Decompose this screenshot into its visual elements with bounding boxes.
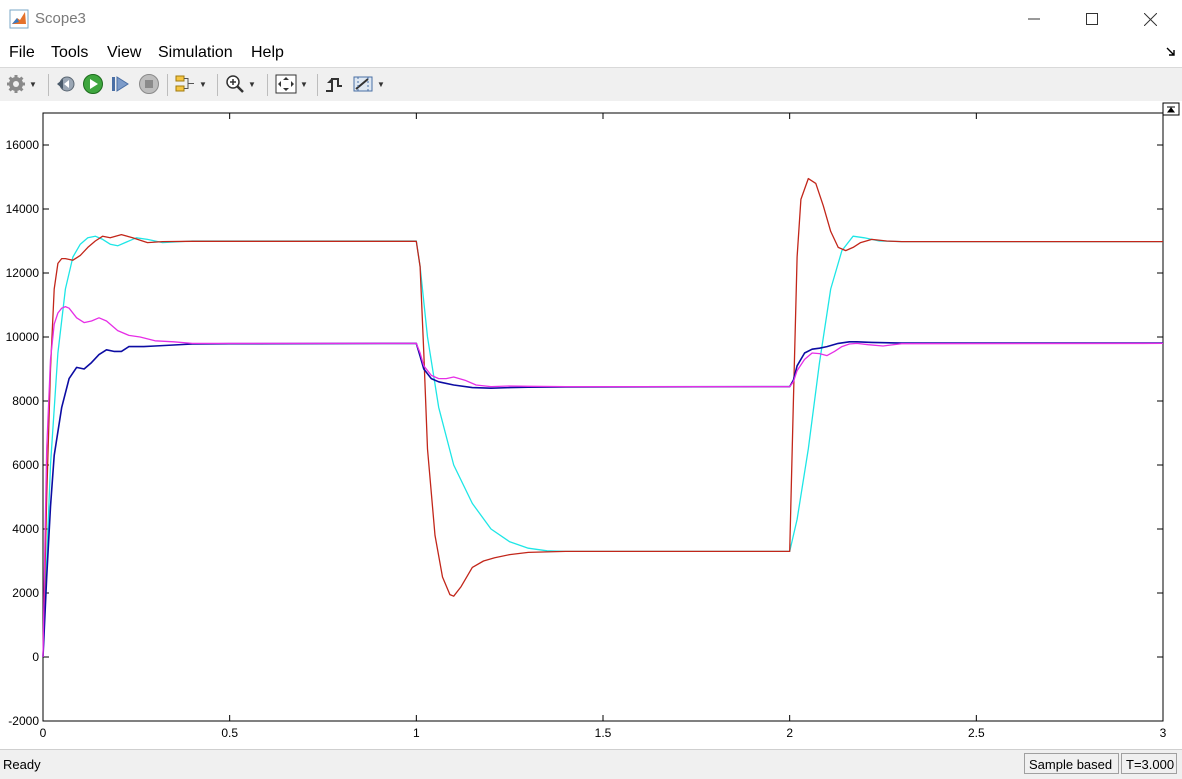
menu-help[interactable]: Help <box>251 44 284 62</box>
fit-to-view-button[interactable]: ▼ <box>275 73 308 95</box>
y-tick-label: 4000 <box>12 522 39 536</box>
time-indicator: T=3.000 <box>1121 753 1177 774</box>
chevron-down-icon: ▼ <box>199 79 207 89</box>
chevron-down-icon: ▼ <box>377 79 385 89</box>
matlab-logo-icon <box>9 9 29 29</box>
window-title: Scope3 <box>35 10 86 27</box>
run-button[interactable] <box>82 73 104 95</box>
step-back-button[interactable] <box>55 73 77 95</box>
signal-selector-icon <box>175 75 194 92</box>
gear-icon <box>7 75 25 93</box>
minimize-icon <box>1028 18 1040 20</box>
chevron-down-icon: ▼ <box>248 79 256 89</box>
axes-box <box>42 112 1164 722</box>
triggers-icon <box>326 78 342 92</box>
menu-bar: File Tools View Simulation Help <box>0 38 1182 66</box>
triggers-button[interactable] <box>324 73 344 95</box>
status-bar: Ready Sample based T=3.000 <box>0 749 1182 779</box>
toolbar-separator <box>217 74 218 96</box>
toolbar-separator <box>167 74 168 96</box>
y-tick-label: 6000 <box>12 458 39 472</box>
undock-arrow-icon[interactable] <box>1166 47 1176 57</box>
status-text: Ready <box>3 757 41 772</box>
stop-icon <box>139 74 159 94</box>
menu-tools[interactable]: Tools <box>51 44 88 62</box>
y-tick-label: 8000 <box>12 394 39 408</box>
y-tick-label: 12000 <box>6 266 40 280</box>
stop-button[interactable] <box>138 73 160 95</box>
menu-view[interactable]: View <box>107 44 141 62</box>
x-tick-label: 1 <box>413 726 420 740</box>
x-tick-label: 1.5 <box>595 726 612 740</box>
cursor-measurements-icon <box>353 76 373 92</box>
maximize-button[interactable] <box>1064 0 1120 38</box>
restore-axes-button[interactable] <box>1162 102 1180 116</box>
chevron-down-icon: ▼ <box>300 79 308 89</box>
y-tick-label: -2000 <box>8 714 39 728</box>
scope-chart[interactable]: 0 0.5 1 1.5 2 2.5 3-20000200040006000800010000… <box>0 101 1182 749</box>
y-tick-label: 14000 <box>6 202 40 216</box>
scope-display[interactable]: 0 0.5 1 1.5 2 2.5 3 -2000 0 2000 4000 6000 8000 10000… <box>0 101 1182 749</box>
step-back-icon <box>57 76 75 92</box>
toolbar-separator <box>267 74 268 96</box>
sample-mode-indicator: Sample based <box>1024 753 1119 774</box>
toolbar: ▼ ▼ ▼ ▼ ▼ <box>0 67 1182 102</box>
configuration-button[interactable]: ▼ <box>6 73 37 95</box>
y-tick-label: 2000 <box>12 586 39 600</box>
chevron-down-icon: ▼ <box>29 79 37 89</box>
x-tick-label: 0 <box>40 726 47 740</box>
cursor-measurements-button[interactable]: ▼ <box>352 73 385 95</box>
toolbar-separator <box>317 74 318 96</box>
signal-selector-button[interactable]: ▼ <box>174 73 207 95</box>
x-tick-label: 2 <box>786 726 793 740</box>
y-tick-label: 0 <box>32 650 39 664</box>
y-tick-label: 16000 <box>6 138 40 152</box>
y-tick-label: 10000 <box>6 330 40 344</box>
toolbar-separator <box>48 74 49 96</box>
step-forward-button[interactable] <box>110 73 130 95</box>
x-tick-label: 3 <box>1160 726 1167 740</box>
zoom-in-icon <box>226 75 244 93</box>
close-icon <box>1143 12 1157 26</box>
x-tick-label: 0.5 <box>221 726 238 740</box>
step-forward-icon <box>112 76 129 92</box>
title-bar: Scope3 <box>0 0 1182 38</box>
menu-file[interactable]: File <box>9 44 35 62</box>
fit-to-view-icon <box>275 74 297 94</box>
x-tick-label: 2.5 <box>968 726 985 740</box>
zoom-in-button[interactable]: ▼ <box>225 73 256 95</box>
maximize-icon <box>1086 13 1098 25</box>
menu-simulation[interactable]: Simulation <box>158 44 233 62</box>
minimize-button[interactable] <box>1006 0 1062 38</box>
run-icon <box>83 74 103 94</box>
close-button[interactable] <box>1122 0 1178 38</box>
